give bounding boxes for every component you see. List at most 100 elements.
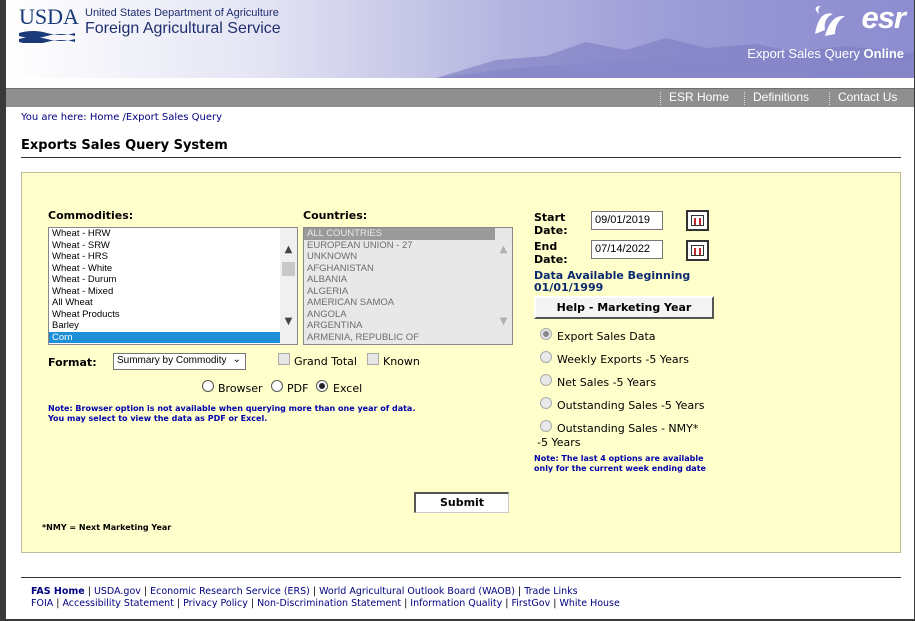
report-weekly-exports-radio[interactable] [540,351,552,363]
data-available-line: 01/01/1999 [534,281,604,294]
report-net-sales-radio[interactable] [540,374,552,386]
footer-links-row2: FOIA | Accessibility Statement | Privacy Pol… [31,598,620,609]
report-outstanding-nmy-label: Outstanding Sales - NMY* [557,422,699,435]
start-date-input[interactable]: 09/01/2019 [591,211,663,230]
query-panel: Commodities: Wheat - HRW Wheat - SRW Whe… [21,172,901,553]
header-banner: USDA United States Department of Agricul… [6,0,914,78]
chevron-down-icon: ⌄ [232,354,241,365]
list-item[interactable]: Wheat - White [49,263,297,275]
list-item[interactable]: Barley [49,320,297,332]
output-pdf-label: PDF [287,382,309,395]
page-title: Exports Sales Query System [21,138,228,153]
footer-link-white-house[interactable]: White House [559,598,619,609]
report-outstanding-nmy-label-cont: -5 Years [537,436,581,449]
report-outstanding-nmy-radio[interactable] [540,420,552,432]
countries-listbox[interactable]: ALL COUNTRIES EUROPEAN UNION - 27 UNKNOW… [303,227,513,345]
list-item-selected[interactable]: Corn [49,331,280,343]
list-item[interactable]: Wheat - Durum [49,274,297,286]
list-item-selected[interactable]: ALL COUNTRIES [304,228,495,240]
scroll-down-icon[interactable]: ▼ [283,316,294,327]
list-item[interactable]: ALGERIA [304,286,512,298]
nav-separator [660,92,661,105]
known-checkbox[interactable] [367,353,379,365]
footer-link-non-discrimination[interactable]: Non-Discrimination Statement [257,598,401,609]
report-outstanding-sales-label: Outstanding Sales -5 Years [557,399,705,412]
nav-definitions[interactable]: Definitions [753,90,809,104]
esr-logo[interactable]: esr [809,0,909,44]
report-outstanding-sales-radio[interactable] [540,397,552,409]
page: USDA United States Department of Agricul… [6,0,914,619]
commodities-listbox[interactable]: Wheat - HRW Wheat - SRW Wheat - HRS Whea… [48,227,298,345]
grand-total-checkbox[interactable] [278,353,290,365]
footer-link-firstgov[interactable]: FirstGov [511,598,550,609]
output-browser-label: Browser [218,382,263,395]
list-item[interactable]: Wheat - HRS [49,251,297,263]
title-divider [21,157,901,158]
start-date-calendar-icon[interactable] [686,210,709,231]
footer-link-ers[interactable]: Economic Research Service (ERS) [150,586,310,597]
nav-separator [744,92,745,105]
output-browser-radio[interactable] [202,380,214,392]
footer-link-waob[interactable]: World Agricultural Outlook Board (WAOB) [319,586,515,597]
nav-contact-us[interactable]: Contact Us [838,90,897,104]
footer-link-privacy[interactable]: Privacy Policy [183,598,248,609]
list-item[interactable]: ALBANIA [304,274,512,286]
list-item[interactable]: All Wheat [49,297,297,309]
calendar-mark [699,248,701,255]
submit-button[interactable]: Submit [414,492,509,513]
countries-scrollbar[interactable]: ▲ ▼ [495,228,512,344]
nav-separator [829,92,830,105]
calendar-mark [694,248,696,255]
tagline-bold: Online [863,46,904,61]
scroll-up-icon[interactable]: ▲ [283,244,294,255]
commodities-scrollbar[interactable]: ▲ ▼ [280,228,297,344]
list-item[interactable]: Wheat Products [49,309,297,321]
list-item[interactable]: ANGOLA [304,309,512,321]
end-date-label-line: End [534,240,558,253]
end-date-calendar-icon[interactable] [686,240,709,261]
scroll-down-icon[interactable]: ▼ [498,316,509,327]
list-item[interactable]: EUROPEAN UNION - 27 [304,240,512,252]
footer-link-fas-home[interactable]: FAS Home [31,586,85,597]
end-date-input[interactable]: 07/14/2022 [591,240,663,259]
footer-link-usda[interactable]: USDA.gov [94,586,141,597]
output-pdf-radio[interactable] [271,380,283,392]
agency-name: Foreign Agricultural Service [85,20,281,37]
list-item[interactable]: Wheat - HRW [49,228,297,240]
report-export-sales-radio[interactable] [540,328,552,340]
calendar-mark [699,218,701,225]
footer-link-accessibility[interactable]: Accessibility Statement [62,598,173,609]
usda-wave-icon [19,31,75,43]
list-item[interactable]: ARGENTINA [304,320,512,332]
start-date-label-line: Start [534,211,566,224]
list-item[interactable]: AMERICAN SAMOA [304,297,512,309]
nmy-note: *NMY = Next Marketing Year [42,523,172,532]
help-marketing-year-button[interactable]: Help - Marketing Year [534,296,714,319]
list-item[interactable]: UNKNOWN [304,251,512,263]
report-net-sales-label: Net Sales -5 Years [557,376,657,389]
swirl-icon [815,6,845,36]
footer-link-trade-links[interactable]: Trade Links [524,586,577,597]
format-select[interactable]: Summary by Commodity ⌄ [113,353,246,370]
list-item[interactable]: Wheat - Mixed [49,286,297,298]
report-weekly-exports-label: Weekly Exports -5 Years [557,353,689,366]
scroll-up-icon[interactable]: ▲ [498,244,509,255]
output-excel-radio[interactable] [316,380,328,392]
output-excel-label: Excel [333,382,363,395]
countries-label: Countries: [303,209,368,222]
footer-link-information-quality[interactable]: Information Quality [410,598,502,609]
scroll-thumb[interactable] [282,262,295,276]
footer-link-foia[interactable]: FOIA [31,598,53,609]
end-date-label-line: Date: [534,253,568,266]
list-item[interactable]: Wheat - SRW [49,240,297,252]
nav-esr-home[interactable]: ESR Home [669,90,729,104]
end-date-label: End Date: [534,240,568,266]
list-item[interactable]: ARMENIA, REPUBLIC OF [304,332,512,344]
list-item[interactable]: AFGHANISTAN [304,263,512,275]
commodities-label: Commodities: [48,209,134,222]
report-note: Note: The last 4 options are available o… [534,454,706,473]
usda-logo[interactable]: USDA [19,4,79,44]
start-date-label: Start Date: [534,211,568,237]
format-selected-value: Summary by Commodity [117,355,227,366]
breadcrumb[interactable]: You are here: Home /Export Sales Query [21,112,222,123]
